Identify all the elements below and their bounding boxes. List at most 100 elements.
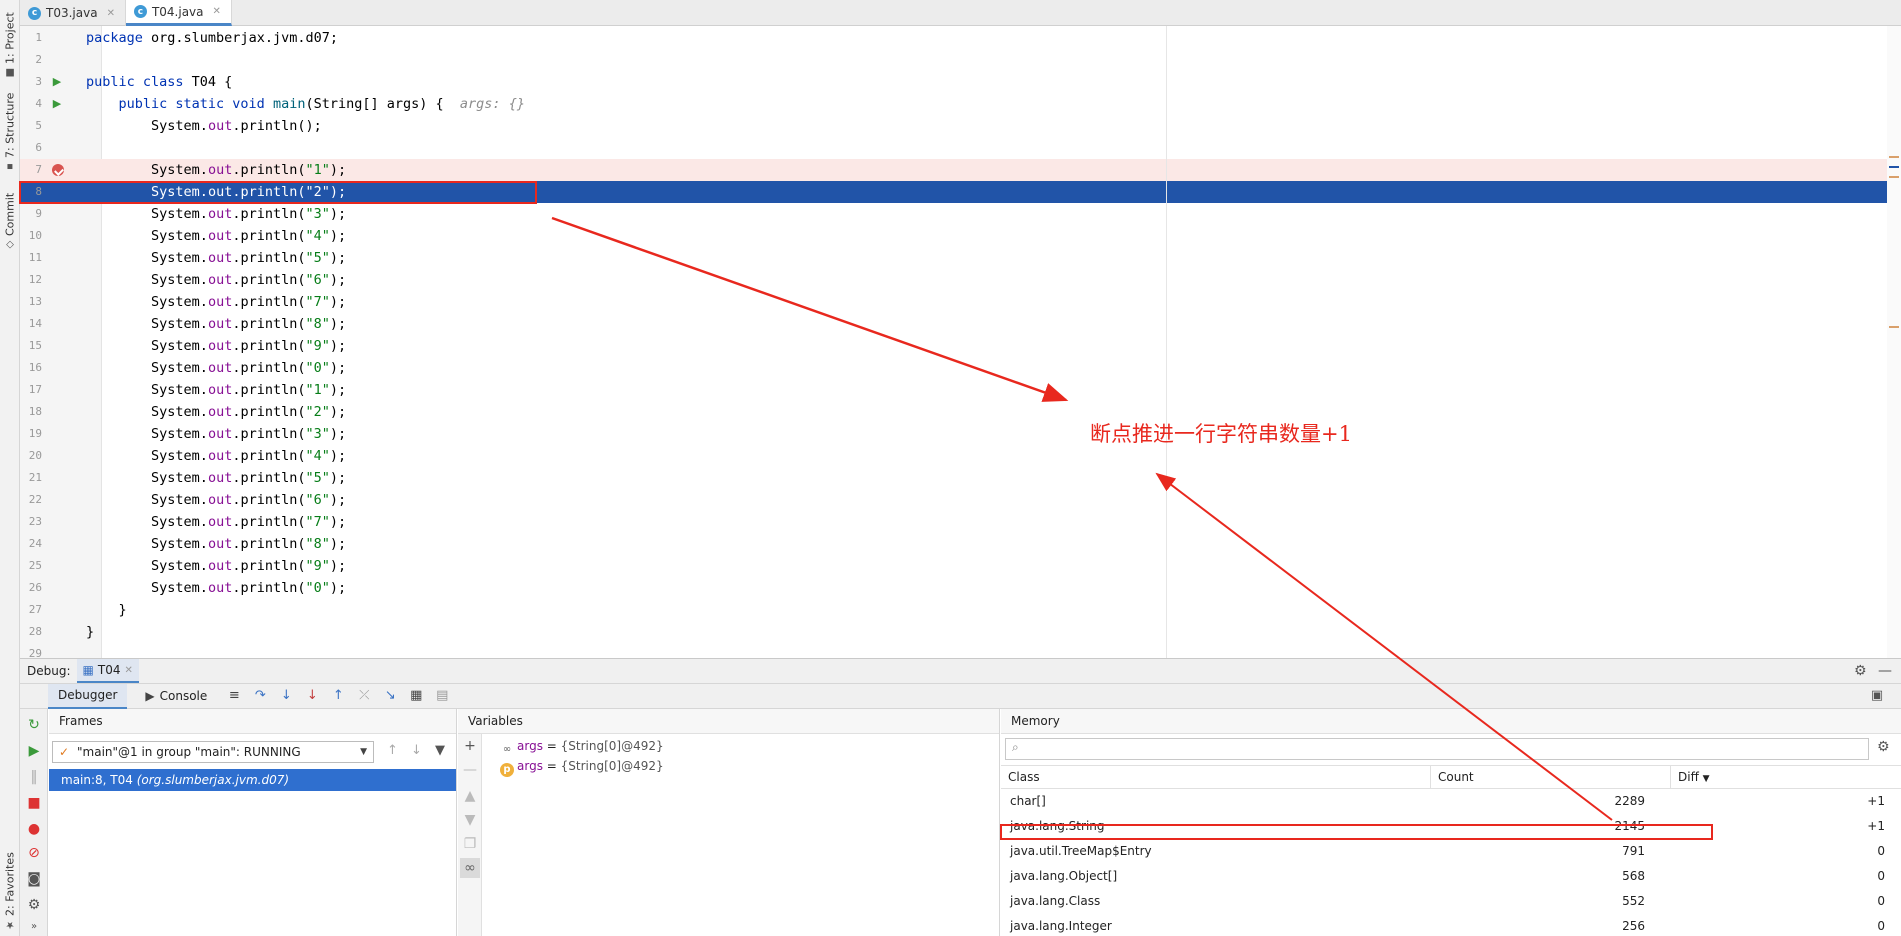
tab-t03-java[interactable]: c T03.java ✕	[20, 0, 126, 26]
rerun-icon[interactable]: ↻	[24, 715, 44, 735]
filter-icon[interactable]: ▼	[435, 743, 445, 758]
remove-icon[interactable]: —	[460, 760, 480, 780]
code-line[interactable]: 15 System.out.println("9");	[20, 335, 1901, 357]
pause-icon[interactable]: ‖	[24, 767, 44, 787]
code-line[interactable]: 21 System.out.println("5");	[20, 467, 1901, 489]
code-line[interactable]: 24 System.out.println("8");	[20, 533, 1901, 555]
memory-search-input[interactable]: ⌕	[1005, 738, 1869, 760]
add-icon[interactable]: +	[460, 736, 480, 756]
code-line[interactable]: 2	[20, 49, 1901, 71]
column-count[interactable]: Count	[1431, 766, 1671, 789]
frame-package: (org.slumberjax.jvm.d07)	[136, 773, 290, 787]
view-breakpoints-icon[interactable]: ●	[24, 819, 44, 839]
code-line[interactable]: 23 System.out.println("7");	[20, 511, 1901, 533]
line-number: 4	[35, 97, 42, 110]
arrow-up-icon[interactable]: ↑	[387, 743, 398, 758]
run-to-cursor-icon[interactable]: ↘	[381, 687, 399, 705]
code-line[interactable]: 27 }	[20, 599, 1901, 621]
code-editor[interactable]: 1 package org.slumberjax.jvm.d07; 2 3 public…	[20, 26, 1901, 658]
code-line[interactable]: 4 public static void main(String[] args)…	[20, 93, 1901, 115]
minimize-icon[interactable]: —	[1878, 663, 1892, 679]
favorites-tool-tab[interactable]: ★ 2: Favorites	[2, 846, 18, 930]
code-text: System.out.println("3");	[86, 203, 346, 225]
code-line[interactable]: 16 System.out.println("0");	[20, 357, 1901, 379]
code-line[interactable]: 5 System.out.println();	[20, 115, 1901, 137]
more-icon[interactable]: »	[24, 917, 44, 936]
code-line[interactable]: 13 System.out.println("7");	[20, 291, 1901, 313]
code-line[interactable]: 19 System.out.println("3");	[20, 423, 1901, 445]
code-line[interactable]: 11 System.out.println("5");	[20, 247, 1901, 269]
menu-icon[interactable]: ≡	[225, 687, 243, 705]
commit-tool-tab[interactable]: ◇ Commit	[2, 190, 18, 250]
memory-row[interactable]: java.lang.Object[] 568 0	[1001, 864, 1901, 889]
memory-row[interactable]: java.util.TreeMap$Entry 791 0	[1001, 839, 1901, 864]
code-line[interactable]: 14 System.out.println("8");	[20, 313, 1901, 335]
layout-icon[interactable]: ▣	[1868, 687, 1886, 705]
param-icon: p	[500, 763, 514, 777]
arrow-down-icon[interactable]: ↓	[411, 743, 422, 758]
code-line[interactable]: 7 System.out.println("1");	[20, 159, 1901, 181]
evaluate-icon[interactable]: ▦	[407, 687, 425, 705]
code-text: System.out.println("3");	[86, 423, 346, 445]
code-line[interactable]: 22 System.out.println("6");	[20, 489, 1901, 511]
breakpoint-icon[interactable]	[52, 164, 64, 176]
code-line[interactable]: 20 System.out.println("4");	[20, 445, 1901, 467]
memory-row[interactable]: java.lang.Class 552 0	[1001, 889, 1901, 914]
code-line[interactable]: 28}	[20, 621, 1901, 643]
resume-icon[interactable]: ▶	[24, 741, 44, 761]
trace-icon[interactable]: ▤	[433, 687, 451, 705]
memory-row[interactable]: char[] 2289 +1	[1001, 789, 1901, 814]
code-line[interactable]: 12 System.out.println("6");	[20, 269, 1901, 291]
project-tool-tab[interactable]: ■ 1: Project	[2, 6, 18, 78]
line-number: 24	[28, 537, 42, 550]
move-up-icon[interactable]: ▲	[460, 786, 480, 806]
code-line[interactable]: 26 System.out.println("0");	[20, 577, 1901, 599]
close-icon[interactable]: ✕	[213, 6, 221, 17]
step-out-icon[interactable]: ↑	[329, 687, 347, 705]
mute-breakpoints-icon[interactable]: ⊘	[24, 843, 44, 863]
println-close: );	[329, 580, 347, 596]
code-line[interactable]: 29	[20, 643, 1901, 658]
memory-row[interactable]: java.lang.Integer 256 0	[1001, 914, 1901, 936]
thread-selector[interactable]: ✓ "main"@1 in group "main": RUNNING ▼	[52, 741, 374, 763]
column-diff[interactable]: Diff ▼	[1671, 766, 1901, 789]
step-over-icon[interactable]: ↷	[251, 687, 269, 705]
structure-tool-tab[interactable]: ▪ 7: Structure	[2, 92, 18, 172]
settings-icon[interactable]: ⚙	[24, 895, 44, 915]
copy-icon[interactable]: ❐	[460, 834, 480, 854]
column-class[interactable]: Class	[1001, 766, 1431, 789]
debug-session-tab[interactable]: ▦ T04 ✕	[76, 659, 139, 683]
tab-console[interactable]: ▶ Console	[135, 684, 217, 709]
println-close: );	[329, 470, 347, 486]
editor-scrollbar[interactable]	[1887, 26, 1901, 658]
variable-row[interactable]: p args = {String[0]@492}	[500, 757, 664, 777]
code-line[interactable]: 9 System.out.println("3");	[20, 203, 1901, 225]
gear-icon[interactable]: ⚙	[1877, 739, 1890, 755]
close-icon[interactable]: ✕	[124, 665, 132, 676]
code-line[interactable]: 3 public class T04 {▶	[20, 71, 1901, 93]
variable-row[interactable]: ∞ args = {String[0]@492}	[500, 737, 664, 755]
force-step-into-icon[interactable]: ↓	[303, 687, 321, 705]
code-line[interactable]: 1 package org.slumberjax.jvm.d07;	[20, 27, 1901, 49]
stop-icon[interactable]: ■	[24, 793, 44, 813]
gear-icon[interactable]: ⚙	[1854, 663, 1867, 679]
sort-desc-icon: ▼	[1702, 774, 1710, 784]
camera-icon[interactable]: ◙	[24, 869, 44, 889]
watches-icon[interactable]: ∞	[460, 858, 480, 878]
tab-debugger[interactable]: Debugger	[48, 683, 128, 709]
code-line[interactable]: 10 System.out.println("4");	[20, 225, 1901, 247]
run-icon[interactable]: ▶	[50, 97, 64, 111]
close-icon[interactable]: ✕	[107, 8, 115, 19]
stack-frame-row[interactable]: main:8, T04 (org.slumberjax.jvm.d07)	[49, 769, 456, 791]
tab-t04-java[interactable]: c T04.java ✕	[125, 0, 232, 26]
code-line[interactable]: 18 System.out.println("2");	[20, 401, 1901, 423]
run-icon[interactable]: ▶	[50, 75, 64, 89]
drop-frame-icon[interactable]: ⤫	[355, 687, 373, 705]
step-into-icon[interactable]: ↓	[277, 687, 295, 705]
sys-prefix: System.	[151, 492, 208, 508]
code-line[interactable]: 6	[20, 137, 1901, 159]
code-line[interactable]: 25 System.out.println("9");	[20, 555, 1901, 577]
move-down-icon[interactable]: ▼	[460, 810, 480, 830]
console-icon: ▶	[145, 689, 155, 703]
code-line[interactable]: 17 System.out.println("1");	[20, 379, 1901, 401]
